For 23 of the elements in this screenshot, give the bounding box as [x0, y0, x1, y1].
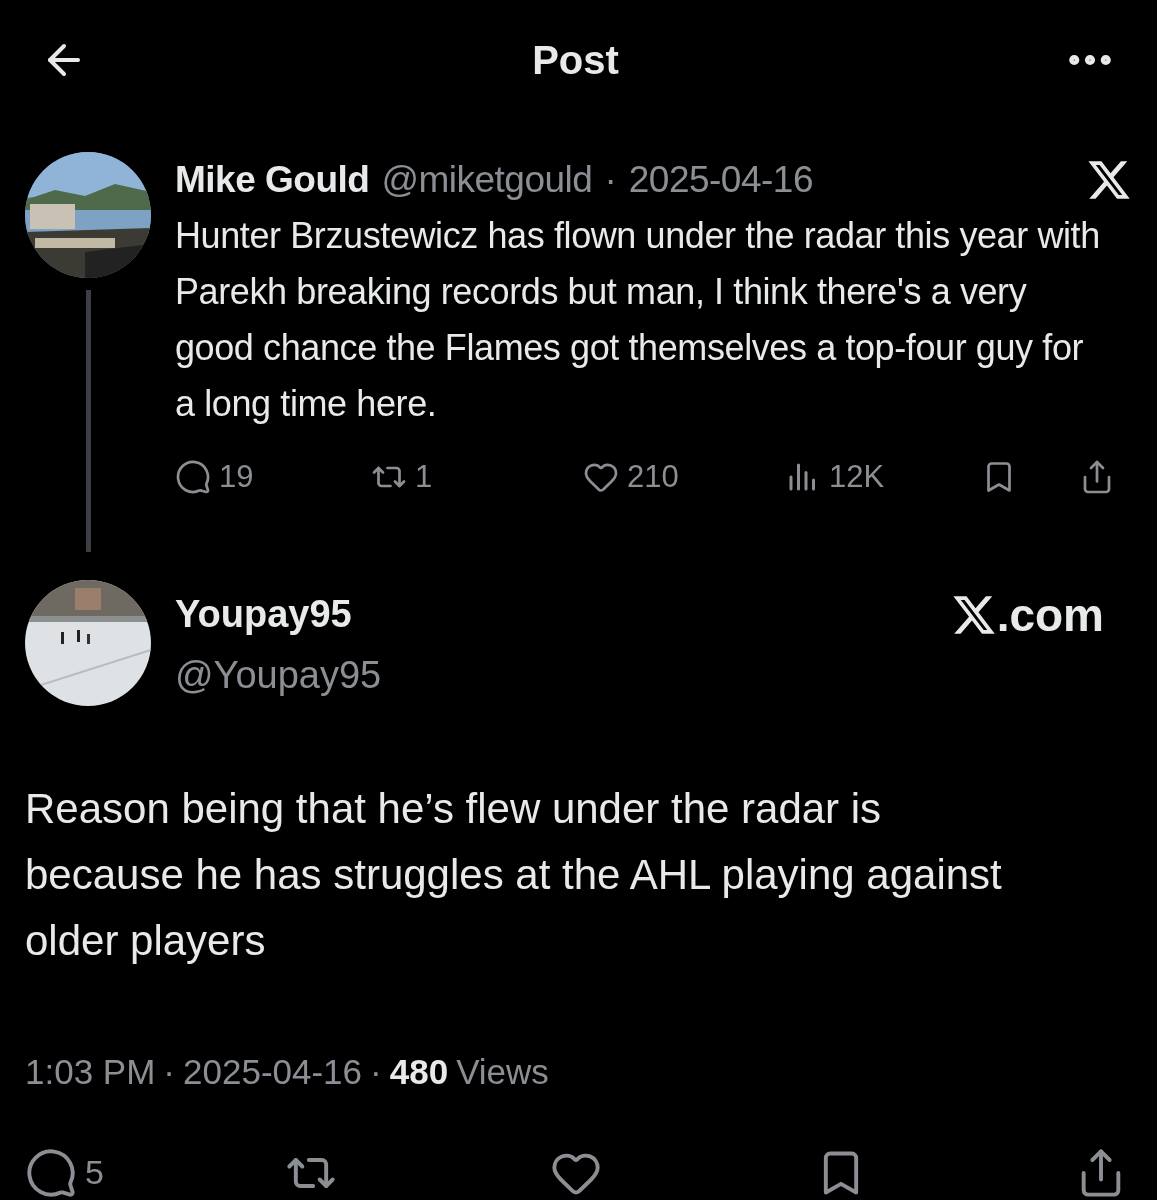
action-count: 210: [627, 457, 679, 496]
speech-bubble-icon[interactable]: [175, 458, 211, 495]
views-count: 480: [389, 1051, 449, 1093]
separator-dot: ·: [163, 1051, 175, 1093]
source-label: .com: [996, 591, 1104, 638]
separator-dot: ·: [604, 158, 617, 202]
post-date: 2025-04-16: [628, 158, 813, 202]
post-text: Hunter Brzustewicz has flown under the radar this year with Parekh breaking records but man, I think there's a very good chance the Flames got themselves a top-four guy for a long time here.: [175, 213, 1101, 426]
action-count: 12K: [829, 457, 885, 496]
reply-text: Reason being that he’s flew under the radar is because he has struggles at the AHL playing against older players: [24, 784, 1003, 966]
author-handle[interactable]: @miketgould: [381, 152, 593, 208]
action-count: 5: [85, 1152, 104, 1193]
post-time: 1:03 PM: [25, 1051, 156, 1093]
author-name[interactable]: Mike Gould: [175, 152, 370, 208]
action-count: 19: [219, 457, 254, 496]
author-handle[interactable]: @Youpay95: [175, 647, 1132, 704]
views-label: Views: [456, 1051, 549, 1093]
speech-bubble-icon[interactable]: [25, 1146, 77, 1199]
page-title: Post: [532, 37, 619, 84]
post-date: 2025-04-16: [183, 1051, 363, 1093]
action-count: 1: [415, 457, 433, 496]
separator-dot: ·: [370, 1051, 382, 1093]
author-name[interactable]: Youpay95: [175, 586, 352, 643]
